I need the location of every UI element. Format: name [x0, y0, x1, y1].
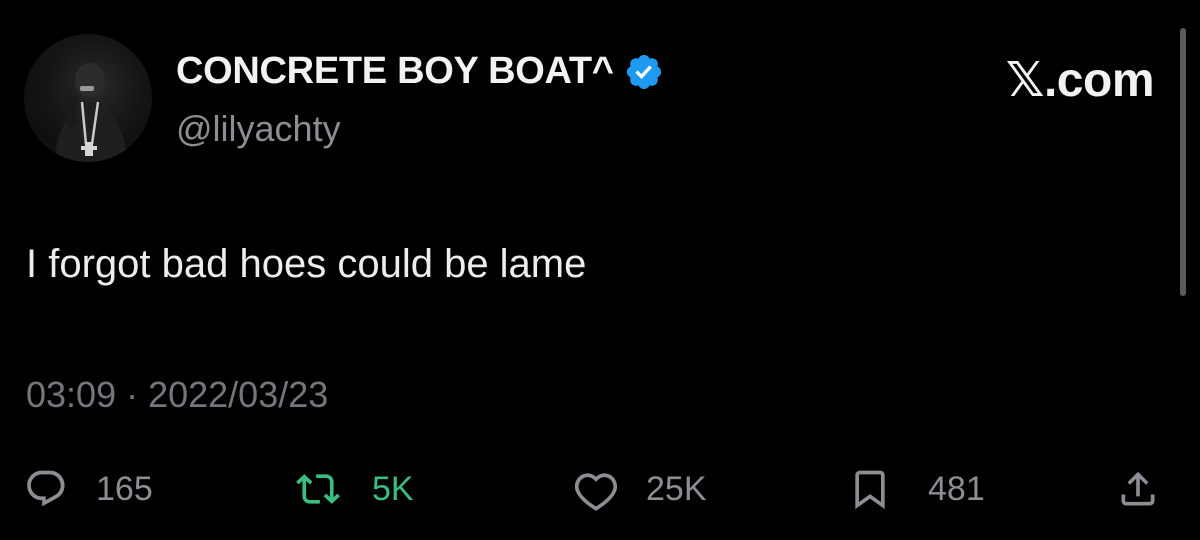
author-handle[interactable]: @lilyachty: [176, 108, 341, 150]
retweet-icon: [296, 474, 340, 504]
display-name[interactable]: CONCRETE BOY BOAT^: [176, 50, 664, 93]
display-name-text: CONCRETE BOY BOAT^: [176, 50, 614, 92]
reply-count: 165: [96, 469, 153, 508]
like-button[interactable]: 25K: [574, 466, 707, 512]
tweet-card: CONCRETE BOY BOAT^ @lilyachty 𝕏.com I fo…: [0, 0, 1200, 540]
retweet-button[interactable]: 5K: [296, 466, 414, 512]
scrollbar[interactable]: [1180, 28, 1186, 296]
bookmark-button[interactable]: 481: [848, 466, 985, 512]
bookmark-count: 481: [928, 469, 985, 508]
tweet-timestamp[interactable]: 03:09 · 2022/03/23: [26, 374, 328, 416]
reply-button[interactable]: 165: [24, 466, 153, 512]
share-button[interactable]: [1116, 466, 1160, 512]
retweet-count: 5K: [372, 469, 414, 508]
reply-icon: [27, 470, 65, 507]
share-icon: [1121, 471, 1155, 506]
tweet-text: I forgot bad hoes could be lame: [26, 242, 587, 286]
heart-icon: [574, 473, 618, 511]
bookmark-icon: [855, 470, 885, 510]
verified-badge-icon[interactable]: [624, 52, 664, 92]
avatar[interactable]: [24, 34, 152, 162]
like-count: 25K: [646, 469, 707, 508]
avatar-photo: [54, 63, 128, 162]
x-brand-logo: 𝕏.com: [1005, 54, 1155, 107]
